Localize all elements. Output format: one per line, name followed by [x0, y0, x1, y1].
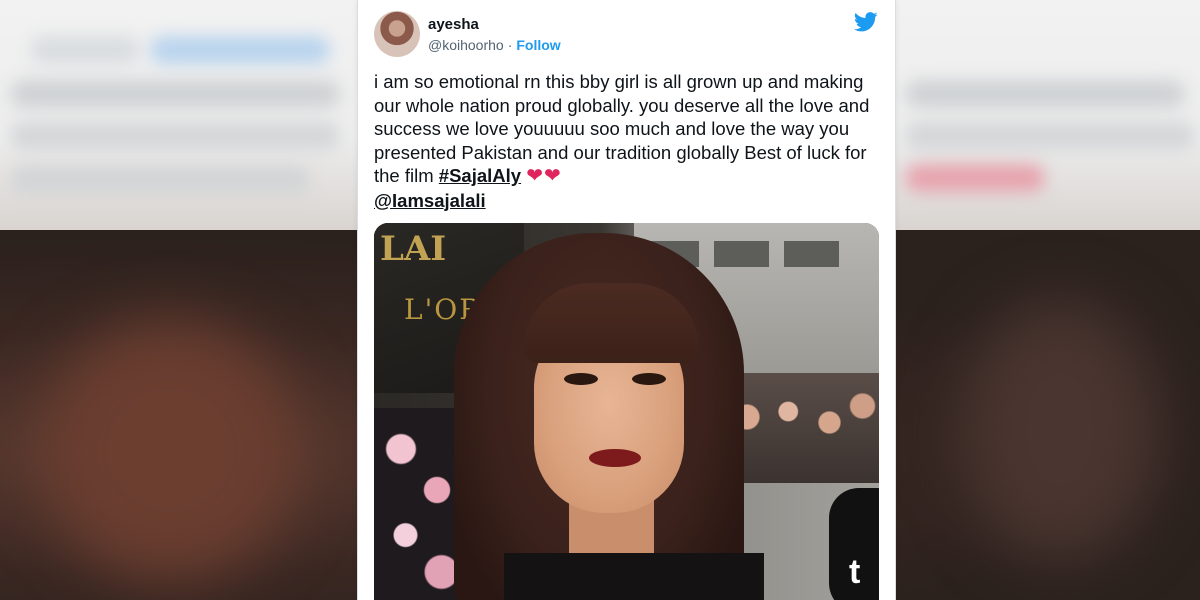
blurred-text-line	[10, 80, 340, 108]
sign-top-text: LAI	[380, 229, 447, 269]
author-name[interactable]: ayesha	[428, 16, 479, 33]
blurred-face	[960, 300, 1160, 560]
author-handle[interactable]: @koihoorho	[428, 37, 504, 53]
blurred-face	[40, 320, 300, 580]
building-window	[784, 241, 839, 267]
tweet-media-image[interactable]: LAI L'ORE t	[374, 223, 879, 600]
mention-link[interactable]: @Iamsajalali	[374, 190, 486, 211]
separator: ·	[507, 37, 513, 53]
subject-lips	[589, 449, 641, 467]
avatar[interactable]	[374, 11, 420, 57]
follow-button[interactable]: Follow	[516, 37, 560, 53]
subject-eye	[564, 373, 598, 385]
building-window	[714, 241, 769, 267]
floral-dress	[374, 408, 464, 600]
twitter-bird-icon[interactable]	[854, 12, 878, 32]
handle-row: @koihoorho · Follow	[428, 37, 561, 53]
subject-eye	[632, 373, 666, 385]
subject-jacket	[504, 553, 764, 600]
tweet-text: i am so emotional rn this bby girl is al…	[374, 70, 884, 212]
tweet-card: ayesha @koihoorho · Follow i am so emotion…	[357, 0, 896, 600]
blurred-text-line	[905, 80, 1185, 108]
microphone-label: t	[849, 553, 861, 591]
blurred-text-line	[905, 122, 1195, 150]
heart-emoji-icon: ❤❤	[526, 165, 562, 187]
hashtag-link[interactable]: #SajalAly	[439, 165, 521, 186]
blurred-text-line	[10, 122, 340, 150]
blurred-link-line	[150, 36, 330, 64]
blurred-text-line	[30, 36, 140, 64]
blurred-text-line	[10, 166, 310, 194]
blurred-heart-line	[905, 164, 1045, 192]
